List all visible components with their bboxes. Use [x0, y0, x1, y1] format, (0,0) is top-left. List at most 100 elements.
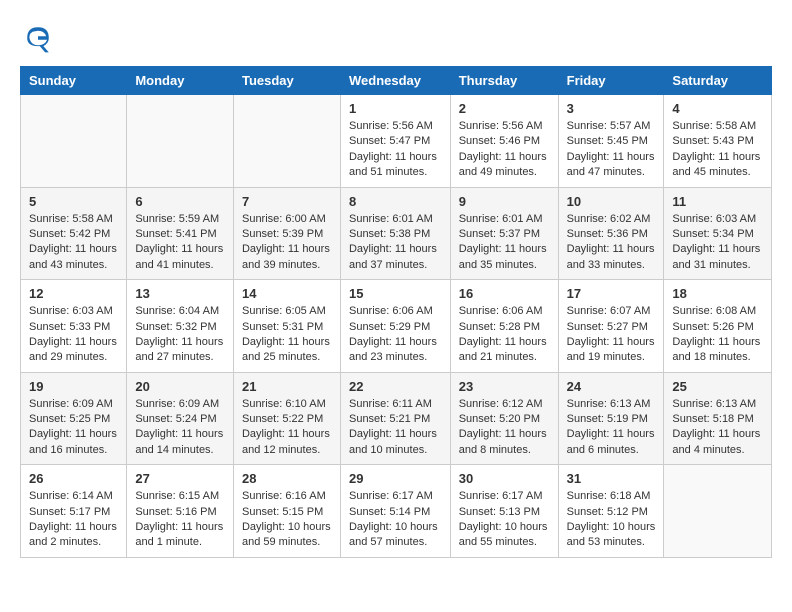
- day-number: 19: [29, 379, 118, 394]
- day-number: 29: [349, 471, 442, 486]
- day-number: 10: [567, 194, 656, 209]
- day-number: 22: [349, 379, 442, 394]
- day-info: Sunrise: 6:05 AMSunset: 5:31 PMDaylight:…: [242, 304, 332, 366]
- day-info: Sunrise: 5:56 AMSunset: 5:46 PMDaylight:…: [459, 119, 550, 181]
- calendar-day-cell: 4 Sunrise: 5:58 AMSunset: 5:43 PMDaylight…: [664, 95, 772, 188]
- calendar-day-header: Sunday: [21, 67, 127, 95]
- day-number: 9: [459, 194, 550, 209]
- calendar-day-cell: 11 Sunrise: 6:03 AMSunset: 5:34 PMDayligh…: [664, 187, 772, 280]
- calendar-day-cell: 5 Sunrise: 5:58 AMSunset: 5:42 PMDaylight…: [21, 187, 127, 280]
- day-info: Sunrise: 6:02 AMSunset: 5:36 PMDaylight:…: [567, 212, 656, 274]
- day-number: 4: [672, 101, 763, 116]
- day-info: Sunrise: 6:07 AMSunset: 5:27 PMDaylight:…: [567, 304, 656, 366]
- calendar-day-header: Monday: [127, 67, 234, 95]
- day-number: 14: [242, 286, 332, 301]
- page-header: [20, 20, 772, 56]
- day-info: Sunrise: 6:17 AMSunset: 5:14 PMDaylight:…: [349, 489, 442, 551]
- calendar-day-cell: 30 Sunrise: 6:17 AMSunset: 5:13 PMDayligh…: [450, 465, 558, 558]
- calendar-week-row: 1 Sunrise: 5:56 AMSunset: 5:47 PMDaylight…: [21, 95, 772, 188]
- calendar-day-cell: 9 Sunrise: 6:01 AMSunset: 5:37 PMDaylight…: [450, 187, 558, 280]
- day-number: 8: [349, 194, 442, 209]
- calendar-day-cell: 7Sunrise: 6:00 AMSunset: 5:39 PMDaylight…: [233, 187, 340, 280]
- calendar-empty-cell: [21, 95, 127, 188]
- day-number: 30: [459, 471, 550, 486]
- calendar-day-cell: 20 Sunrise: 6:09 AMSunset: 5:24 PMDayligh…: [127, 372, 234, 465]
- calendar-day-cell: 25 Sunrise: 6:13 AMSunset: 5:18 PMDayligh…: [664, 372, 772, 465]
- logo: [20, 20, 60, 56]
- day-number: 11: [672, 194, 763, 209]
- day-info: Sunrise: 6:15 AMSunset: 5:16 PMDaylight:…: [135, 489, 225, 551]
- day-number: 25: [672, 379, 763, 394]
- day-info: Sunrise: 6:11 AMSunset: 5:21 PMDaylight:…: [349, 397, 442, 459]
- day-number: 6: [135, 194, 225, 209]
- calendar-empty-cell: [233, 95, 340, 188]
- day-number: 1: [349, 101, 442, 116]
- calendar-day-header: Saturday: [664, 67, 772, 95]
- day-info: Sunrise: 6:06 AMSunset: 5:28 PMDaylight:…: [459, 304, 550, 366]
- calendar-day-cell: 24Sunrise: 6:13 AMSunset: 5:19 PMDayligh…: [558, 372, 664, 465]
- day-info: Sunrise: 6:18 AMSunset: 5:12 PMDaylight:…: [567, 489, 656, 551]
- calendar-day-cell: 19 Sunrise: 6:09 AMSunset: 5:25 PMDayligh…: [21, 372, 127, 465]
- calendar-week-row: 12Sunrise: 6:03 AMSunset: 5:33 PMDayligh…: [21, 280, 772, 373]
- day-info: Sunrise: 6:01 AMSunset: 5:37 PMDaylight:…: [459, 212, 550, 274]
- calendar-day-cell: 23 Sunrise: 6:12 AMSunset: 5:20 PMDayligh…: [450, 372, 558, 465]
- day-number: 7: [242, 194, 332, 209]
- day-info: Sunrise: 6:13 AMSunset: 5:18 PMDaylight:…: [672, 397, 763, 459]
- calendar-day-cell: 10 Sunrise: 6:02 AMSunset: 5:36 PMDayligh…: [558, 187, 664, 280]
- calendar-table: SundayMondayTuesdayWednesdayThursdayFrid…: [20, 66, 772, 558]
- calendar-day-cell: 22 Sunrise: 6:11 AMSunset: 5:21 PMDayligh…: [340, 372, 450, 465]
- day-number: 26: [29, 471, 118, 486]
- day-info: Sunrise: 5:59 AMSunset: 5:41 PMDaylight:…: [135, 212, 225, 274]
- day-number: 15: [349, 286, 442, 301]
- day-number: 3: [567, 101, 656, 116]
- calendar-empty-cell: [127, 95, 234, 188]
- calendar-day-header: Wednesday: [340, 67, 450, 95]
- day-number: 23: [459, 379, 550, 394]
- day-info: Sunrise: 6:16 AMSunset: 5:15 PMDaylight:…: [242, 489, 332, 551]
- day-number: 5: [29, 194, 118, 209]
- day-info: Sunrise: 6:09 AMSunset: 5:25 PMDaylight:…: [29, 397, 118, 459]
- calendar-day-cell: 8Sunrise: 6:01 AMSunset: 5:38 PMDaylight…: [340, 187, 450, 280]
- day-info: Sunrise: 6:03 AMSunset: 5:33 PMDaylight:…: [29, 304, 118, 366]
- day-number: 16: [459, 286, 550, 301]
- calendar-day-cell: 16 Sunrise: 6:06 AMSunset: 5:28 PMDayligh…: [450, 280, 558, 373]
- day-number: 31: [567, 471, 656, 486]
- day-info: Sunrise: 5:56 AMSunset: 5:47 PMDaylight:…: [349, 119, 442, 181]
- day-info: Sunrise: 6:10 AMSunset: 5:22 PMDaylight:…: [242, 397, 332, 459]
- calendar-day-cell: 18 Sunrise: 6:08 AMSunset: 5:26 PMDayligh…: [664, 280, 772, 373]
- calendar-day-header: Thursday: [450, 67, 558, 95]
- calendar-day-cell: 13Sunrise: 6:04 AMSunset: 5:32 PMDayligh…: [127, 280, 234, 373]
- day-info: Sunrise: 6:08 AMSunset: 5:26 PMDaylight:…: [672, 304, 763, 366]
- calendar-empty-cell: [664, 465, 772, 558]
- calendar-day-cell: 15 Sunrise: 6:06 AMSunset: 5:29 PMDayligh…: [340, 280, 450, 373]
- day-number: 20: [135, 379, 225, 394]
- day-info: Sunrise: 6:06 AMSunset: 5:29 PMDaylight:…: [349, 304, 442, 366]
- day-info: Sunrise: 6:09 AMSunset: 5:24 PMDaylight:…: [135, 397, 225, 459]
- calendar-day-cell: 17 Sunrise: 6:07 AMSunset: 5:27 PMDayligh…: [558, 280, 664, 373]
- calendar-day-cell: 3Sunrise: 5:57 AMSunset: 5:45 PMDaylight…: [558, 95, 664, 188]
- day-info: Sunrise: 6:17 AMSunset: 5:13 PMDaylight:…: [459, 489, 550, 551]
- day-info: Sunrise: 6:12 AMSunset: 5:20 PMDaylight:…: [459, 397, 550, 459]
- day-info: Sunrise: 6:04 AMSunset: 5:32 PMDaylight:…: [135, 304, 225, 366]
- calendar-header-row: SundayMondayTuesdayWednesdayThursdayFrid…: [21, 67, 772, 95]
- calendar-day-cell: 28Sunrise: 6:16 AMSunset: 5:15 PMDayligh…: [233, 465, 340, 558]
- day-number: 17: [567, 286, 656, 301]
- logo-icon: [20, 20, 56, 56]
- day-number: 27: [135, 471, 225, 486]
- day-info: Sunrise: 5:58 AMSunset: 5:42 PMDaylight:…: [29, 212, 118, 274]
- calendar-day-cell: 21 Sunrise: 6:10 AMSunset: 5:22 PMDayligh…: [233, 372, 340, 465]
- day-number: 21: [242, 379, 332, 394]
- calendar-day-cell: 27 Sunrise: 6:15 AMSunset: 5:16 PMDayligh…: [127, 465, 234, 558]
- calendar-week-row: 26 Sunrise: 6:14 AMSunset: 5:17 PMDayligh…: [21, 465, 772, 558]
- calendar-day-cell: 6 Sunrise: 5:59 AMSunset: 5:41 PMDaylight…: [127, 187, 234, 280]
- calendar-day-cell: 1 Sunrise: 5:56 AMSunset: 5:47 PMDaylight…: [340, 95, 450, 188]
- day-info: Sunrise: 5:58 AMSunset: 5:43 PMDaylight:…: [672, 119, 763, 181]
- day-info: Sunrise: 6:14 AMSunset: 5:17 PMDaylight:…: [29, 489, 118, 551]
- day-number: 24: [567, 379, 656, 394]
- day-number: 2: [459, 101, 550, 116]
- calendar-day-header: Friday: [558, 67, 664, 95]
- day-number: 18: [672, 286, 763, 301]
- day-info: Sunrise: 6:03 AMSunset: 5:34 PMDaylight:…: [672, 212, 763, 274]
- calendar-day-header: Tuesday: [233, 67, 340, 95]
- calendar-day-cell: 14 Sunrise: 6:05 AMSunset: 5:31 PMDayligh…: [233, 280, 340, 373]
